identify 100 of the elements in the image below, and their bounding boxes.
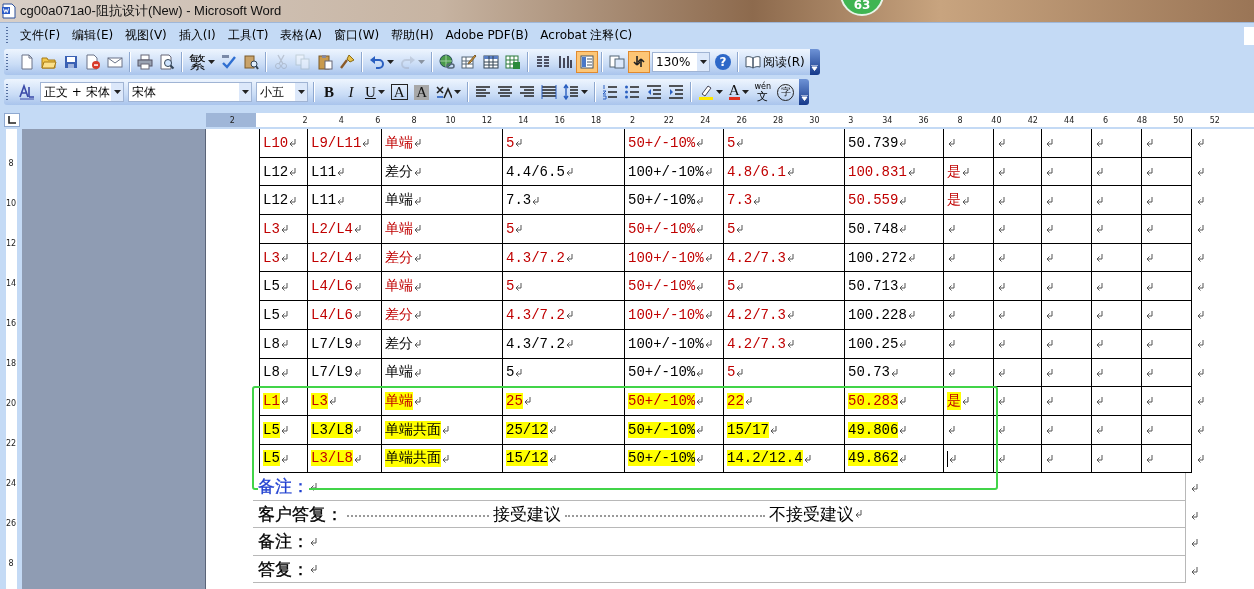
ruler-number: 8	[8, 559, 14, 569]
caret-icon[interactable]	[113, 90, 121, 94]
menu-item[interactable]: Acrobat 注释(C)	[536, 24, 641, 46]
table-cell: L3/L8	[311, 450, 353, 467]
caret-icon[interactable]	[387, 60, 394, 64]
table-cell: 100.272	[848, 249, 907, 266]
table-cell: 7.3	[506, 192, 532, 209]
table-cell: 50.713	[848, 278, 899, 295]
undo-arrow-icon	[369, 54, 385, 70]
menu-item[interactable]: 窗口(W)	[330, 24, 388, 46]
caret-icon[interactable]	[580, 90, 588, 94]
table-cell: L1	[263, 393, 280, 410]
copy-icon	[295, 54, 311, 70]
menu-item[interactable]: 插入(I)	[174, 24, 224, 46]
table-cell: L5	[263, 450, 280, 467]
table-cell: 50+/-10%	[628, 421, 696, 438]
table-cell: L12	[263, 163, 289, 180]
table-cell: 5	[506, 220, 515, 237]
research-book-icon	[243, 54, 259, 70]
table-cell: 22	[727, 393, 744, 410]
caret-icon[interactable]	[741, 90, 749, 94]
menu-item[interactable]: 工具(T)	[223, 24, 277, 46]
bold-button[interactable]: B	[318, 81, 340, 103]
toolbar-options-button[interactable]	[799, 79, 810, 105]
table-cell: 50.283	[848, 393, 899, 410]
caret-icon[interactable]	[241, 90, 249, 94]
dropdown-field[interactable]: 宋体	[128, 82, 252, 102]
table-cell: 49.862	[848, 450, 899, 467]
clipboard-icon	[317, 54, 333, 70]
table-cell: 100.831	[848, 163, 907, 180]
table-cell: L4/L6	[311, 306, 353, 323]
table-cell: L2/L4	[311, 220, 353, 237]
caret-icon[interactable]	[699, 60, 707, 64]
envelope-icon	[107, 54, 123, 70]
table-cell: 单端共面	[385, 421, 441, 438]
dropdown-field[interactable]: 130%	[652, 52, 710, 72]
toolbar-button[interactable]: 繁	[186, 51, 218, 73]
option-label: 接受建议	[493, 502, 561, 526]
word-document-icon[interactable]	[2, 3, 16, 19]
ruler-number: 28	[771, 115, 785, 125]
table-cell: 100+/-10%	[628, 163, 704, 180]
table-cell: L3	[263, 249, 280, 266]
caret-icon[interactable]	[715, 90, 723, 94]
menu-item[interactable]: 编辑(E)	[68, 24, 122, 46]
window-title: cg00a071a0-阻抗设计(New) - Microsoft Word	[20, 2, 282, 20]
horizontal-ruler[interactable]: 2 2 4 6 8 10 12 14 16 18 2 22 24 26 28 30 3 34 36 8 40 42 44 6 48 50 52	[206, 113, 1254, 127]
table-cell: 50+/-10%	[628, 450, 696, 467]
reading-mode-button[interactable]: 阅读(R)	[742, 51, 808, 73]
table-cell: 50+/-10%	[628, 220, 696, 237]
caret-icon[interactable]	[377, 90, 385, 94]
spreadsheet-icon	[505, 54, 521, 70]
table-cell: 5	[506, 134, 515, 151]
table-cell: 差分	[385, 335, 413, 352]
toolbar-grip[interactable]	[6, 82, 10, 102]
table-cell: 4.3/7.2	[506, 249, 565, 266]
ruler-number: 8	[956, 115, 964, 125]
menu-item[interactable]: 帮助(H)	[387, 24, 442, 46]
table-cell: L8	[263, 364, 280, 381]
menu-item[interactable]: 视图(V)	[121, 24, 175, 46]
underline-button[interactable]: U	[362, 81, 388, 103]
table-cell: 单端	[385, 220, 413, 237]
paintbrush-icon	[339, 54, 355, 70]
caret-icon[interactable]	[297, 90, 305, 94]
highlighter-icon	[697, 84, 714, 100]
caret-icon[interactable]	[453, 90, 461, 94]
table-cell: 单端	[385, 364, 413, 381]
table-cell: 单端	[385, 192, 413, 209]
toolbar-grip[interactable]	[6, 52, 10, 72]
ruler-number: 52	[1208, 115, 1221, 125]
dropdown-field[interactable]: 小五	[256, 82, 308, 102]
ruler-number: 2	[228, 115, 236, 125]
menu-bar-grip[interactable]	[6, 26, 10, 44]
table-cell: 7.3	[727, 192, 753, 209]
table-cell: 单端	[385, 393, 413, 410]
menu-item[interactable]: 文件(F)	[16, 24, 69, 46]
folder-icon	[41, 54, 57, 70]
align-left-icon	[474, 84, 491, 100]
text-cursor	[947, 450, 948, 467]
tab-stop-selector[interactable]	[4, 113, 20, 127]
toolbar-button[interactable]: A	[725, 81, 752, 103]
menu-item[interactable]: Adobe PDF(B)	[441, 26, 537, 44]
caret-icon[interactable]	[208, 60, 215, 64]
globe-link-icon	[439, 54, 455, 70]
table-cell: 单端	[385, 134, 413, 151]
table-cell: 100+/-10%	[628, 335, 704, 352]
italic-button[interactable]: I	[340, 81, 362, 103]
printer-icon	[137, 54, 153, 70]
toolbar-options-button[interactable]	[809, 49, 820, 75]
decrease-indent-icon	[645, 84, 662, 100]
menu-item[interactable]: 表格(A)	[276, 24, 330, 46]
dropdown-field[interactable]: 正文 + 宋体	[40, 82, 124, 102]
save-icon	[63, 54, 79, 70]
table-cell: 100.228	[848, 306, 907, 323]
question-field[interactable]	[1244, 27, 1254, 45]
ruler-number: 8	[410, 115, 418, 125]
toolbar-button[interactable]	[628, 51, 650, 73]
document-restricted-icon	[85, 54, 101, 70]
table-cell: L5	[263, 278, 280, 295]
toolbar-button[interactable]: wén 文	[751, 81, 775, 103]
table-cell: 4.3/7.2	[506, 306, 565, 323]
